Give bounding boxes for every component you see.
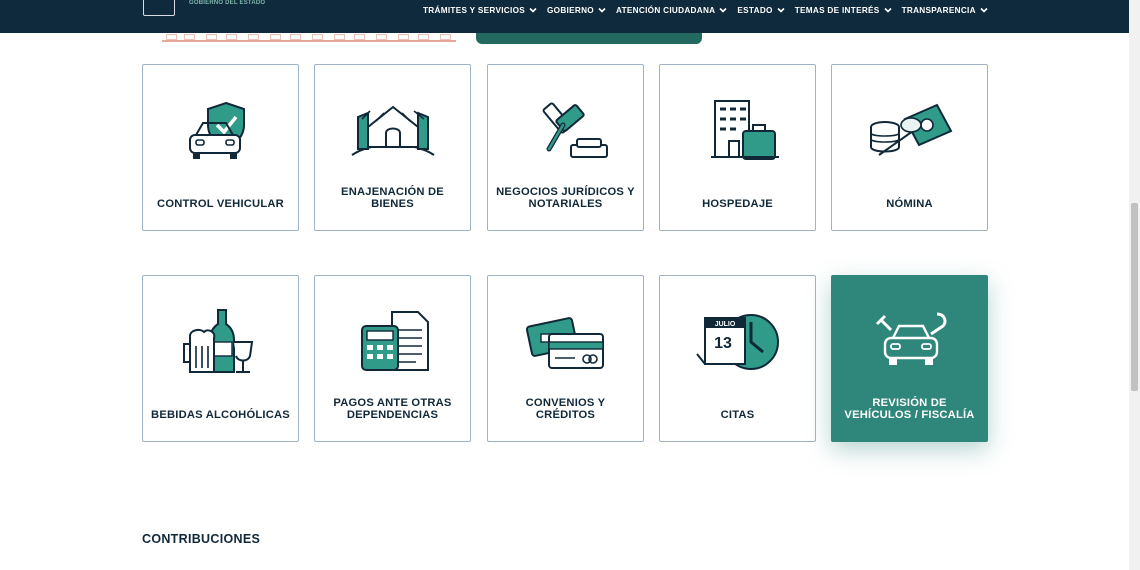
card-label: ENAJENACIÓN DE BIENES <box>341 186 444 210</box>
nav-label: TRÁMITES Y SERVICIOS <box>423 5 525 15</box>
chevron-down-icon <box>777 7 785 13</box>
card-hospedaje[interactable]: HOSPEDAJE <box>659 64 816 231</box>
nav-item-gobierno[interactable]: GOBIERNO <box>547 2 606 18</box>
nav-item-atencion[interactable]: ATENCIÓN CIUDADANA <box>616 2 727 18</box>
main-nav: TRÁMITES Y SERVICIOS GOBIERNO ATENCIÓN C… <box>423 2 988 18</box>
card-label: REVISIÓN DE VEHÍCULOS / FISCALÍA <box>844 397 975 421</box>
card-label: CONVENIOS Y CRÉDITOS <box>525 397 606 421</box>
calculator-document-icon <box>315 308 470 378</box>
card-bebidas-alcoholicas[interactable]: BEBIDAS ALCOHÓLICAS <box>142 275 299 442</box>
card-label: NÓMINA <box>886 198 933 210</box>
nav-label: ATENCIÓN CIUDADANA <box>615 5 716 15</box>
drinks-icon <box>143 308 298 378</box>
nav-label: TRANSPARENCIA <box>901 5 976 15</box>
chevron-down-icon <box>529 7 537 13</box>
credit-cards-icon <box>488 308 643 378</box>
card-enajenacion-bienes[interactable]: ENAJENACIÓN DE BIENES <box>314 64 471 231</box>
card-citas[interactable]: JULIO 13 CITAS <box>659 275 816 442</box>
banner-green-tab <box>476 33 702 44</box>
top-navigation-bar: GOBIERNO DEL ESTADO TRÁMITES Y SERVICIOS… <box>0 0 1129 33</box>
card-revision-vehiculos[interactable]: REVISIÓN DE VEHÍCULOS / FISCALÍA <box>831 275 988 442</box>
nav-item-estado[interactable]: ESTADO <box>737 2 785 18</box>
scrollbar-thumb[interactable] <box>1131 203 1138 391</box>
car-shield-icon <box>143 97 298 167</box>
nav-item-tramites[interactable]: TRÁMITES Y SERVICIOS <box>423 2 537 18</box>
calendar-clock-icon: JULIO 13 <box>660 308 815 378</box>
hotel-luggage-icon <box>660 97 815 167</box>
card-label: CITAS <box>720 409 755 421</box>
card-convenios-creditos[interactable]: CONVENIOS Y CRÉDITOS <box>487 275 644 442</box>
card-label: PAGOS ANTE OTRAS DEPENDENCIAS <box>333 397 452 421</box>
nav-label: GOBIERNO <box>547 5 594 15</box>
logo-text: GOBIERNO DEL ESTADO <box>189 0 266 6</box>
calendar-month: JULIO <box>714 321 735 328</box>
card-pagos-otras-dependencias[interactable]: PAGOS ANTE OTRAS DEPENDENCIAS <box>314 275 471 442</box>
chevron-down-icon <box>719 7 727 13</box>
money-icon <box>832 97 987 167</box>
card-control-vehicular[interactable]: CONTROL VEHICULAR <box>142 64 299 231</box>
chevron-down-icon <box>598 7 606 13</box>
card-label: NEGOCIOS JURÍDICOS Y NOTARIALES <box>496 186 635 210</box>
card-nomina[interactable]: NÓMINA <box>831 64 988 231</box>
card-label: BEBIDAS ALCOHÓLICAS <box>151 409 290 421</box>
chevron-down-icon <box>980 7 988 13</box>
nav-label: TEMAS DE INTERÉS <box>794 5 880 15</box>
banner-decoration <box>162 33 456 42</box>
card-label: HOSPEDAJE <box>702 198 773 210</box>
page-scrollbar[interactable] <box>1129 0 1140 570</box>
nav-item-temas[interactable]: TEMAS DE INTERÉS <box>795 2 892 18</box>
calendar-day: 13 <box>714 335 732 352</box>
nav-item-transparencia[interactable]: TRANSPARENCIA <box>902 2 988 18</box>
car-tools-icon <box>832 308 987 378</box>
section-title-contribuciones: CONTRIBUCIONES <box>142 532 261 546</box>
building-icon <box>315 97 470 167</box>
state-logo[interactable] <box>143 0 175 16</box>
chevron-down-icon <box>884 7 892 13</box>
card-negocios-juridicos[interactable]: NEGOCIOS JURÍDICOS Y NOTARIALES <box>487 64 644 231</box>
nav-label: ESTADO <box>737 5 773 15</box>
card-label: CONTROL VEHICULAR <box>157 198 284 210</box>
gavel-icon <box>488 97 643 167</box>
